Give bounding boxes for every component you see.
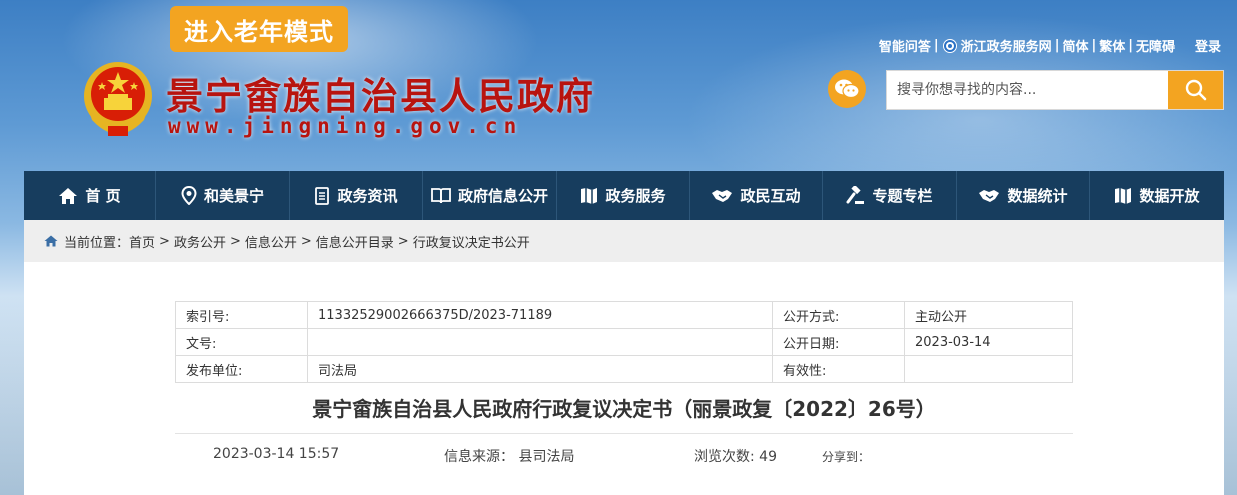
breadcrumb: 当前位置： 首页 > 政务公开 > 信息公开 > 信息公开目录 > 行政复议决定… xyxy=(24,220,1224,262)
table-row: 发布单位: 司法局 有效性: xyxy=(175,355,1073,383)
info-source: 信息来源： 县司法局 xyxy=(444,446,574,466)
views-value: 49 xyxy=(759,449,777,465)
divider: | xyxy=(1128,38,1133,53)
handshake-icon xyxy=(712,190,733,202)
validity-value xyxy=(904,355,1073,383)
table-row: 索引号: 11332529002666375D/2023-71189 公开方式:… xyxy=(175,301,1073,329)
divider: | xyxy=(1091,38,1097,53)
zj-service-label: 浙江政务服务网 xyxy=(960,40,1052,55)
nav-label: 数据开放 xyxy=(1139,187,1200,205)
validity-label: 有效性: xyxy=(772,355,905,383)
nav-item-home[interactable]: 首 页 xyxy=(24,171,156,220)
view-count: 浏览次数: 49 xyxy=(694,446,777,466)
nav-item-interaction[interactable]: 政民互动 xyxy=(690,171,823,220)
divider: | xyxy=(1054,38,1060,53)
breadcrumb-separator: > xyxy=(159,233,170,249)
nav-item-news[interactable]: 政务资讯 xyxy=(290,171,423,220)
views-label: 浏览次数: xyxy=(694,449,755,465)
simplified-link[interactable]: 简体 xyxy=(1062,36,1088,55)
traditional-link[interactable]: 繁体 xyxy=(1099,36,1125,55)
publish-datetime: 2023-03-14 15:57 xyxy=(213,446,340,462)
source-value: 县司法局 xyxy=(518,449,575,465)
divider xyxy=(175,433,1073,434)
nav-label: 数据统计 xyxy=(1007,187,1068,205)
nav-label: 政务服务 xyxy=(605,187,666,205)
index-value: 11332529002666375D/2023-71189 xyxy=(307,301,773,329)
zj-logo-icon xyxy=(942,39,957,53)
smart-qa-link[interactable]: 智能问答 xyxy=(879,36,931,55)
open-date-value: 2023-03-14 xyxy=(904,328,1073,356)
gavel-icon xyxy=(846,186,865,204)
nav-label: 政府信息公开 xyxy=(457,187,548,205)
index-label: 索引号: xyxy=(175,301,308,329)
book-icon xyxy=(431,188,451,204)
nav-label: 专题专栏 xyxy=(872,187,933,205)
breadcrumb-item[interactable]: 行政复议决定书公开 xyxy=(413,232,530,251)
zj-service-link[interactable]: 浙江政务服务网 xyxy=(942,36,1052,55)
source-label: 信息来源： xyxy=(444,449,514,465)
breadcrumb-item[interactable]: 信息公开 xyxy=(245,232,297,251)
home-icon xyxy=(44,235,58,247)
page-title: 景宁畲族自治县人民政府行政复议决定书（丽景政复〔2022〕26号） xyxy=(312,397,936,421)
doc-no-label: 文号: xyxy=(175,328,308,356)
main-nav: 首 页 和美景宁 政务资讯 政府信息公开 政务服务 政民互动 专题专栏 数据统计… xyxy=(24,171,1224,220)
issuer-label: 发布单位: xyxy=(175,355,308,383)
table-row: 文号: 公开日期: 2023-03-14 xyxy=(175,328,1073,356)
breadcrumb-item[interactable]: 政务公开 xyxy=(174,232,226,251)
search-input[interactable] xyxy=(887,71,1168,109)
nav-label: 政民互动 xyxy=(740,187,801,205)
nav-item-info-open[interactable]: 政府信息公开 xyxy=(423,171,557,220)
breadcrumb-separator: > xyxy=(300,233,312,249)
issuer-value: 司法局 xyxy=(307,355,773,383)
map-icon xyxy=(1115,188,1132,204)
elder-mode-button[interactable]: 进入老年模式 xyxy=(170,6,348,52)
search-box xyxy=(886,70,1224,110)
map-icon xyxy=(581,188,598,204)
handshake-icon xyxy=(979,190,1000,202)
nav-item-hemei[interactable]: 和美景宁 xyxy=(156,171,290,220)
accessibility-link[interactable]: 无障碍 xyxy=(1136,36,1175,55)
national-emblem-icon xyxy=(84,62,152,136)
nav-label: 政务资讯 xyxy=(337,187,398,205)
breadcrumb-separator: > xyxy=(397,233,409,249)
article-content: 索引号: 11332529002666375D/2023-71189 公开方式:… xyxy=(24,262,1224,495)
search-icon xyxy=(1185,79,1206,101)
divider: | xyxy=(933,38,939,53)
share-label: 分享到： xyxy=(822,450,871,464)
breadcrumb-separator: > xyxy=(229,233,241,249)
wechat-icon xyxy=(835,79,860,99)
open-method-label: 公开方式: xyxy=(772,301,905,329)
open-date-label: 公开日期: xyxy=(772,328,905,356)
breadcrumb-prefix: 当前位置： xyxy=(64,235,130,251)
wechat-button[interactable] xyxy=(828,70,866,108)
site-title: 景宁畲族自治县人民政府 xyxy=(166,74,595,118)
site-url: www.jingning.gov.cn xyxy=(168,114,523,138)
breadcrumb-item[interactable]: 信息公开目录 xyxy=(316,232,394,251)
home-icon xyxy=(59,187,78,204)
search-button[interactable] xyxy=(1168,71,1223,109)
meta-table: 索引号: 11332529002666375D/2023-71189 公开方式:… xyxy=(175,301,1073,383)
open-method-value: 主动公开 xyxy=(904,301,1073,329)
location-icon xyxy=(181,186,197,205)
top-links: 智能问答 | 浙江政务服务网 | 简体 | 繁体 | 无障碍 登录 xyxy=(879,36,1221,55)
nav-item-services[interactable]: 政务服务 xyxy=(557,171,690,220)
nav-label: 首 页 xyxy=(85,187,121,205)
document-icon xyxy=(315,187,330,205)
nav-label: 和美景宁 xyxy=(203,187,264,205)
nav-item-statistics[interactable]: 数据统计 xyxy=(957,171,1090,220)
login-link[interactable]: 登录 xyxy=(1195,36,1221,55)
nav-item-open-data[interactable]: 数据开放 xyxy=(1090,171,1224,220)
doc-no-value xyxy=(307,328,773,356)
nav-item-topics[interactable]: 专题专栏 xyxy=(823,171,957,220)
breadcrumb-item[interactable]: 首页 xyxy=(129,232,155,251)
